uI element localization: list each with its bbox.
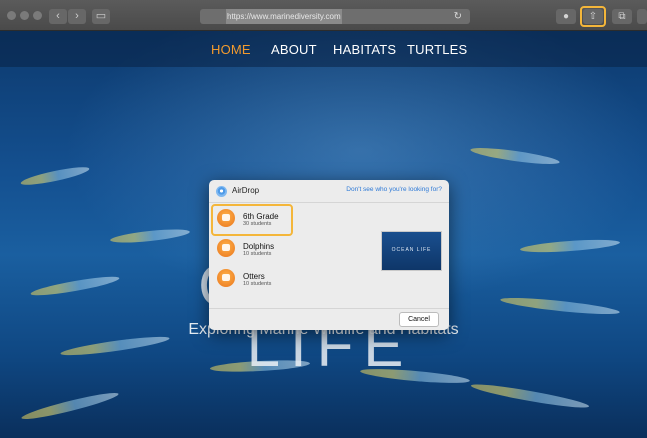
recipient-name: 6th Grade bbox=[243, 212, 279, 221]
nav-about[interactable]: ABOUT bbox=[271, 42, 317, 57]
airdrop-header: AirDrop Don't see who you're looking for… bbox=[209, 180, 449, 203]
recipient-dolphins[interactable]: Dolphins 10 students bbox=[213, 236, 363, 264]
recipient-name: Otters bbox=[243, 272, 265, 281]
zoom-window-icon[interactable] bbox=[33, 11, 42, 20]
share-preview-thumbnail: OCEAN LIFE bbox=[381, 231, 442, 271]
airdrop-icon bbox=[216, 186, 227, 197]
url-text: https://www.marinediversity.com bbox=[226, 9, 342, 24]
preview-text: OCEAN LIFE bbox=[391, 247, 432, 253]
recipient-6th-grade[interactable]: 6th Grade 30 students bbox=[211, 204, 293, 236]
minimize-window-icon[interactable] bbox=[20, 11, 29, 20]
group-icon bbox=[217, 269, 235, 287]
fish-decoration bbox=[109, 226, 191, 246]
airdrop-sheet: AirDrop Don't see who you're looking for… bbox=[209, 180, 449, 330]
fish-decoration bbox=[469, 144, 561, 168]
recipient-count: 10 students bbox=[243, 281, 272, 287]
web-page: HOME ABOUT HABITATS TURTLES OCEAN LIFE E… bbox=[0, 31, 647, 438]
site-nav: HOME ABOUT HABITATS TURTLES bbox=[0, 31, 647, 67]
recipient-otters[interactable]: Otters 10 students bbox=[213, 266, 363, 294]
nav-turtles[interactable]: TURTLES bbox=[407, 42, 467, 57]
share-button-highlight bbox=[580, 6, 606, 27]
browser-window: ‹ › ▭ https://www.marinediversity.com ↻ … bbox=[0, 0, 647, 438]
recipient-count: 30 students bbox=[243, 221, 272, 227]
back-chevron-icon[interactable]: ‹ bbox=[49, 9, 67, 24]
recipient-name: Dolphins bbox=[243, 242, 275, 251]
fish-decoration bbox=[499, 294, 621, 318]
close-window-icon[interactable] bbox=[7, 11, 16, 20]
tabs-icon[interactable]: ⧉ bbox=[612, 9, 632, 24]
nav-habitats[interactable]: HABITATS bbox=[333, 42, 396, 57]
fish-decoration bbox=[470, 380, 590, 412]
new-tab-icon[interactable] bbox=[637, 9, 647, 24]
fish-decoration bbox=[19, 163, 91, 189]
fish-decoration bbox=[29, 273, 121, 299]
download-icon[interactable]: ● bbox=[556, 9, 576, 24]
browser-toolbar: ‹ › ▭ https://www.marinediversity.com ↻ … bbox=[0, 0, 647, 31]
recipient-count: 10 students bbox=[243, 251, 272, 257]
help-link[interactable]: Don't see who you're looking for? bbox=[346, 186, 442, 193]
nav-home[interactable]: HOME bbox=[211, 42, 251, 57]
forward-chevron-icon[interactable]: › bbox=[68, 9, 86, 24]
fish-decoration bbox=[519, 237, 621, 255]
reload-icon[interactable]: ↻ bbox=[454, 9, 462, 24]
airdrop-title: AirDrop bbox=[232, 186, 260, 195]
fish-decoration bbox=[20, 389, 120, 423]
group-icon bbox=[217, 239, 235, 257]
address-bar[interactable]: https://www.marinediversity.com ↻ bbox=[200, 9, 470, 24]
sidebar-icon[interactable]: ▭ bbox=[92, 9, 110, 24]
airdrop-footer: Cancel bbox=[209, 308, 449, 330]
group-icon bbox=[217, 209, 235, 227]
cancel-button[interactable]: Cancel bbox=[399, 312, 439, 327]
